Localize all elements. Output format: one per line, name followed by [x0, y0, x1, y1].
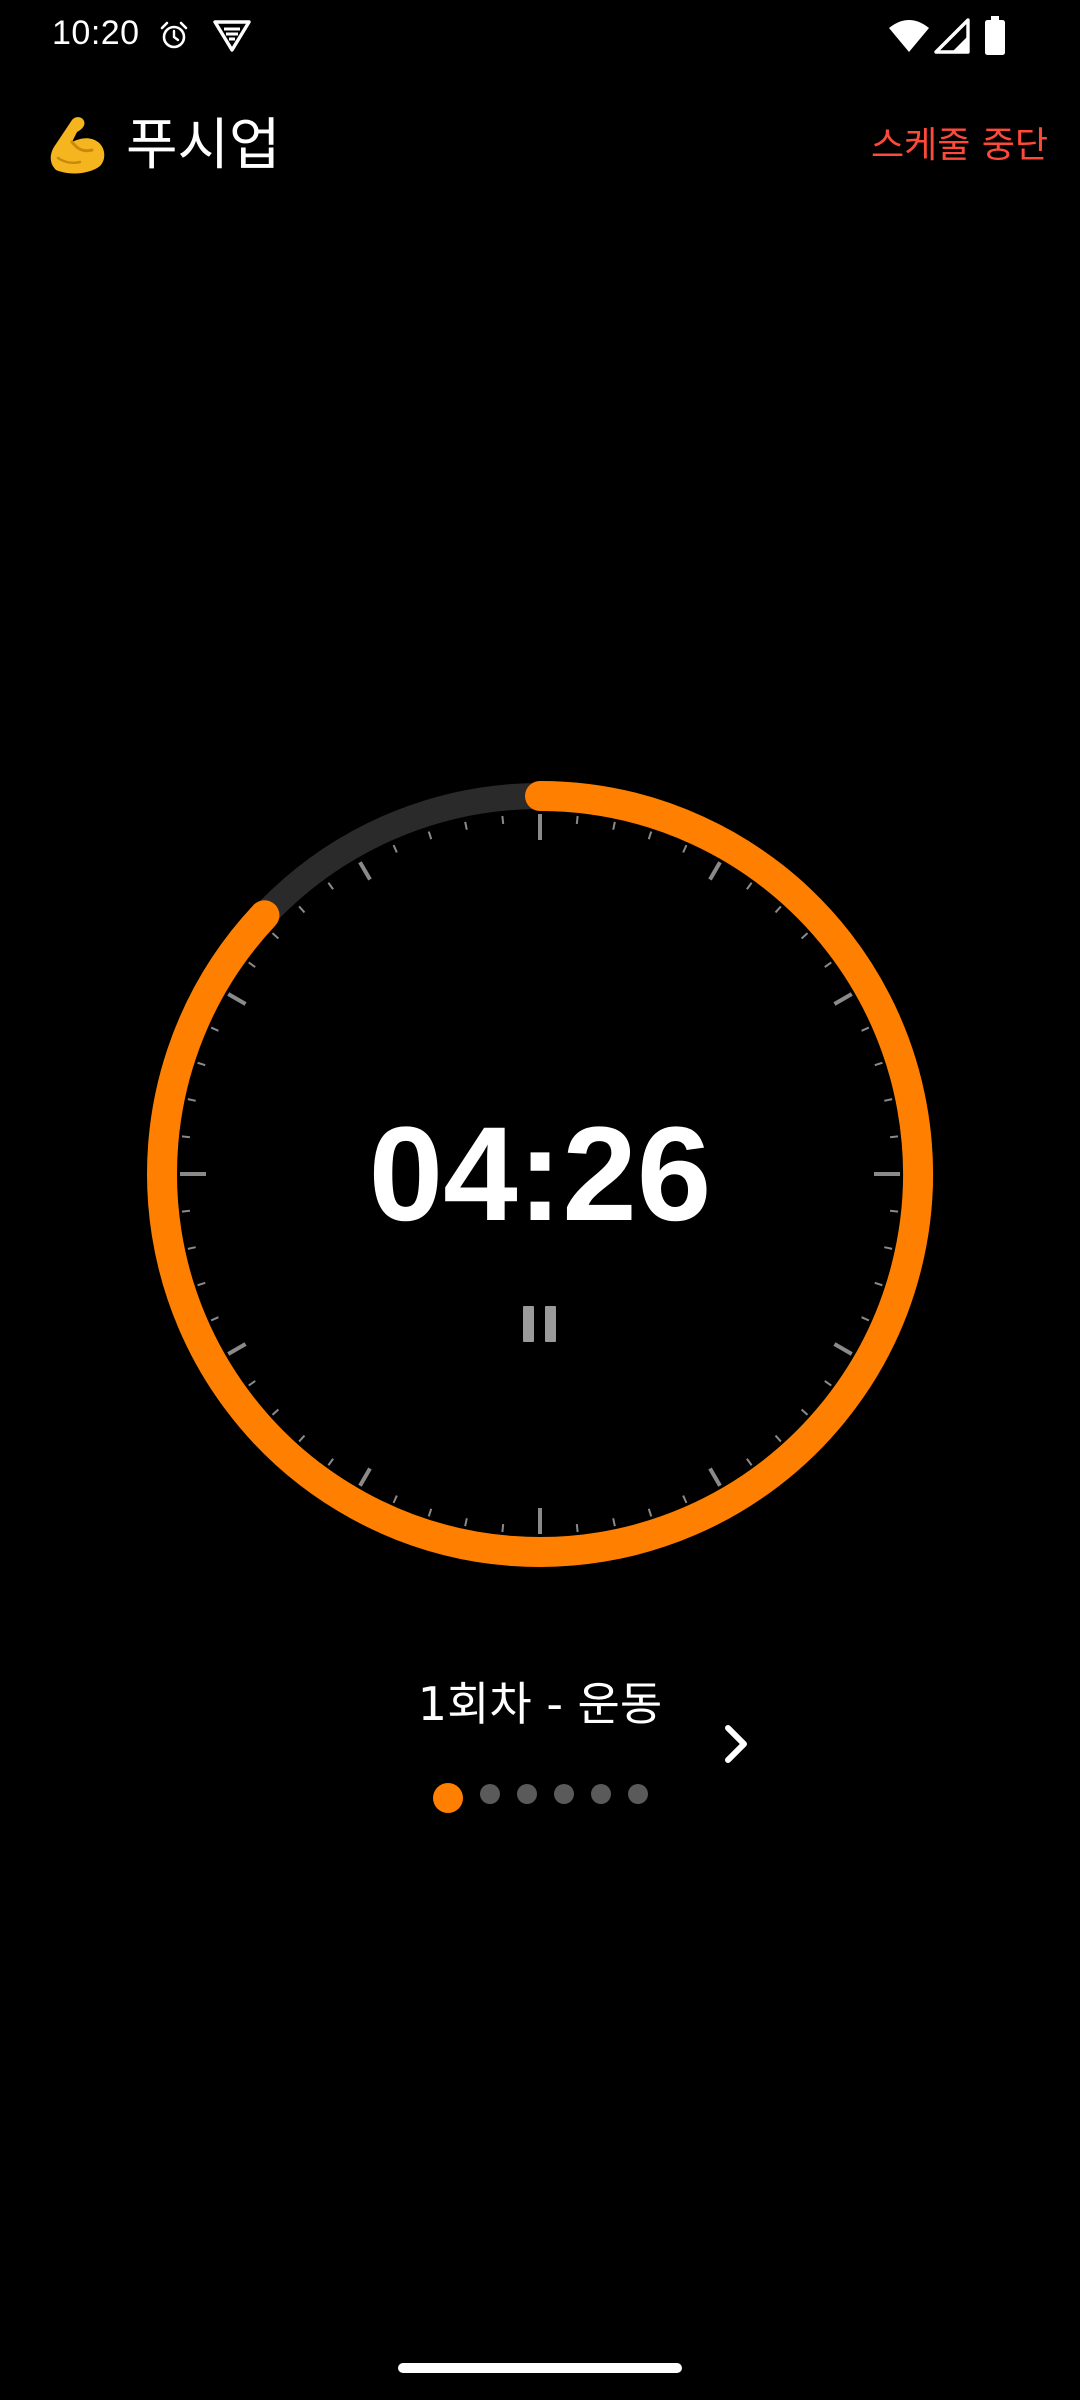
page-dot-active[interactable]: [433, 1783, 463, 1813]
dial-tick-minor: [874, 1061, 883, 1067]
dial-tick-minor: [612, 821, 616, 830]
dial-tick-minor: [327, 1458, 334, 1466]
timer-dial: 04:26: [0, 0, 1080, 2400]
page-dot[interactable]: [554, 1784, 574, 1804]
dial-tick-minor: [210, 1316, 219, 1322]
page-dot[interactable]: [517, 1784, 537, 1804]
dial-tick-minor: [746, 1458, 753, 1466]
dial-tick-major: [358, 861, 372, 881]
dial-tick-minor: [682, 1495, 688, 1504]
dial-tick-minor: [271, 932, 280, 940]
session-label: 1회차 - 운동: [417, 1677, 663, 1731]
dial-tick-major: [708, 1467, 722, 1487]
dial-tick-minor: [248, 1380, 256, 1387]
page-dot[interactable]: [480, 1784, 500, 1804]
dial-tick-minor: [861, 1026, 870, 1032]
dial-tick-minor: [612, 1518, 616, 1527]
dial-tick-minor: [327, 882, 334, 890]
dial-tick-minor: [392, 1495, 398, 1504]
dial-tick-minor: [427, 831, 433, 840]
dial-tick-minor: [271, 1408, 280, 1416]
dial-tick-minor: [682, 844, 688, 853]
dial-tick-minor: [197, 1281, 206, 1287]
dial-tick-major: [227, 1342, 247, 1356]
dial-tick-minor: [210, 1026, 219, 1032]
dial-tick-minor: [861, 1316, 870, 1322]
pause-button[interactable]: [506, 1292, 574, 1356]
next-session-button[interactable]: [706, 1712, 770, 1776]
dial-tick-minor: [298, 1434, 306, 1443]
dial-tick-minor: [774, 1434, 782, 1443]
dial-tick-minor: [824, 961, 832, 968]
dial-tick-major: [708, 861, 722, 881]
dial-tick-minor: [575, 1523, 579, 1533]
dial-tick-minor: [248, 961, 256, 968]
dial-tick-major: [227, 992, 247, 1006]
dial-tick-major: [358, 1467, 372, 1487]
page-dot[interactable]: [591, 1784, 611, 1804]
page-dot[interactable]: [628, 1784, 648, 1804]
page-indicator: [430, 1778, 650, 1818]
pause-bar-right: [545, 1306, 556, 1342]
dial-tick-minor: [800, 932, 809, 940]
dial-tick-minor: [427, 1508, 433, 1517]
dial-tick-minor: [647, 1508, 653, 1517]
dial-tick-minor: [464, 821, 468, 830]
timer-remaining: 04:26: [368, 1100, 712, 1249]
dial-tick-minor: [824, 1380, 832, 1387]
dial-tick-minor: [774, 905, 782, 914]
dial-tick-major: [833, 992, 853, 1006]
dial-tick-minor: [464, 1518, 468, 1527]
home-indicator[interactable]: [398, 2363, 682, 2373]
dial-tick-minor: [575, 815, 579, 825]
dial-tick-minor: [392, 844, 398, 853]
dial-tick-major: [833, 1342, 853, 1356]
dial-tick-minor: [800, 1408, 809, 1416]
chevron-right-icon: [725, 1725, 747, 1763]
dial-tick-minor: [197, 1061, 206, 1067]
dial-tick-minor: [501, 1523, 505, 1533]
dial-tick-minor: [746, 882, 753, 890]
dial-tick-minor: [874, 1281, 883, 1287]
dial-tick-minor: [501, 815, 505, 825]
dial-tick-minor: [298, 905, 306, 914]
pause-bar-left: [523, 1306, 534, 1342]
dial-tick-minor: [647, 831, 653, 840]
